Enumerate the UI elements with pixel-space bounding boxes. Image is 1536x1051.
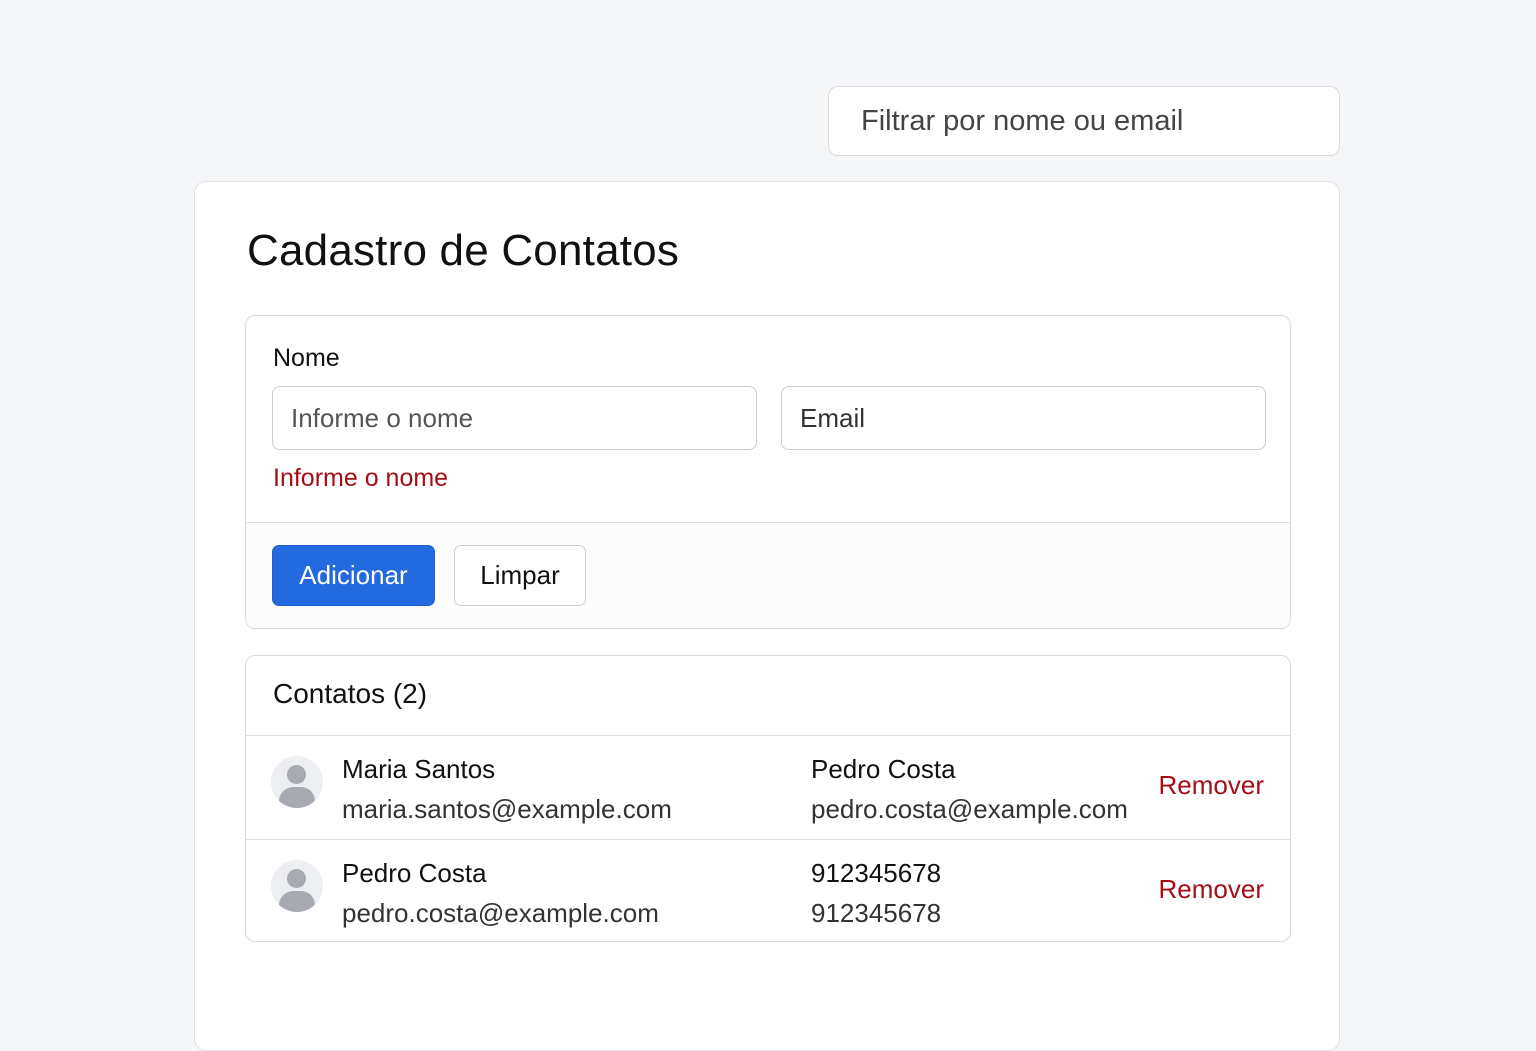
contact-secondary-primary: Pedro Costa	[811, 754, 956, 784]
contact-secondary-detail: pedro.costa@example.com	[811, 794, 1128, 824]
contact-name: Maria Santos	[342, 754, 496, 784]
contacts-card: Cadastro de Contatos Nome Informe o nome…	[194, 181, 1340, 1051]
remove-button[interactable]: Remover	[1159, 770, 1264, 801]
contact-secondary-detail: 912345678	[811, 898, 942, 928]
user-avatar-icon	[271, 756, 323, 808]
contact-form: Nome Informe o nome Adicionar Limpar	[245, 315, 1291, 629]
name-error-message: Informe o nome	[273, 464, 449, 492]
remove-button[interactable]: Remover	[1159, 874, 1264, 905]
list-item: Pedro Costa pedro.costa@example.com 9123…	[246, 839, 1290, 941]
contact-secondary-primary: 912345678	[811, 858, 942, 888]
contacts-list-title: Contatos (2)	[273, 678, 428, 709]
name-label: Nome	[273, 344, 340, 372]
contact-email: pedro.costa@example.com	[342, 898, 659, 928]
name-input[interactable]	[272, 386, 757, 450]
clear-button[interactable]: Limpar	[454, 545, 586, 606]
email-input[interactable]	[781, 386, 1266, 450]
contact-name: Pedro Costa	[342, 858, 487, 888]
user-avatar-icon	[271, 860, 323, 912]
list-item: Maria Santos maria.santos@example.com Pe…	[246, 736, 1290, 839]
contacts-list-header: Contatos (2)	[246, 656, 1290, 736]
contact-email: maria.santos@example.com	[342, 794, 672, 824]
form-actions: Adicionar Limpar	[246, 522, 1290, 628]
add-button[interactable]: Adicionar	[272, 545, 435, 606]
contacts-list: Contatos (2) Maria Santos maria.santos@e…	[245, 655, 1291, 942]
page-title: Cadastro de Contatos	[247, 226, 680, 275]
filter-input[interactable]	[828, 86, 1340, 156]
